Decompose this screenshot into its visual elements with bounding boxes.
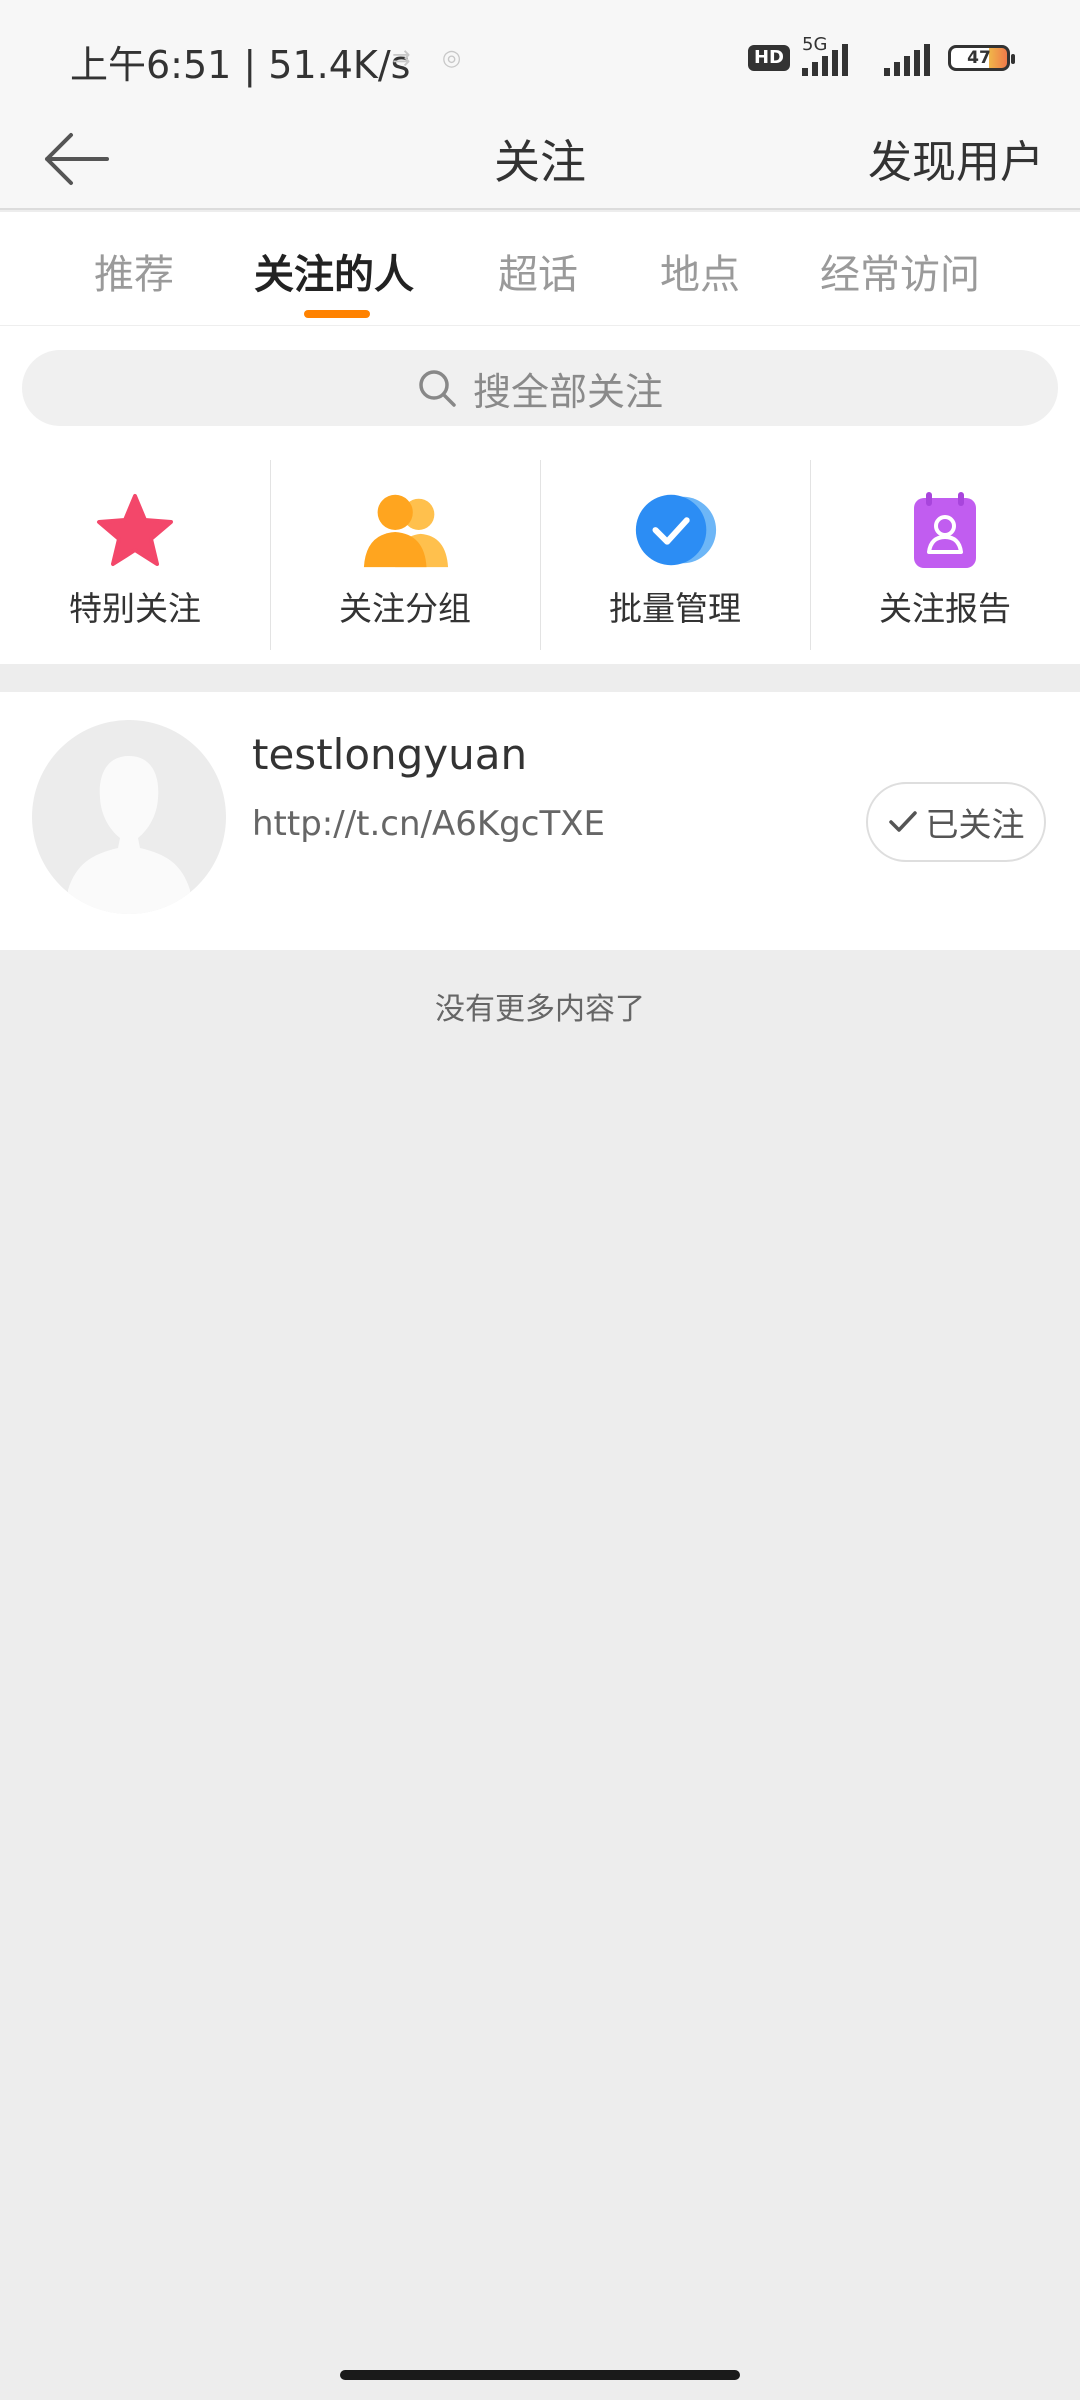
check-icon: [888, 811, 917, 832]
home-indicator[interactable]: [340, 2370, 740, 2380]
search-placeholder: 搜全部关注: [472, 369, 663, 414]
follow-status-label: 已关注: [925, 805, 1025, 844]
follow-group-button[interactable]: 关注分组: [270, 456, 540, 664]
quick-actions: 特别关注 关注分组 批量管理 关注报告: [0, 456, 1080, 664]
battery-level: 47: [967, 48, 991, 68]
check-circle-icon: [630, 490, 720, 570]
group-icon: [360, 490, 450, 570]
user-description: http://t.cn/A6KgcTXE: [252, 804, 605, 844]
tab-location[interactable]: 地点: [660, 242, 740, 300]
tab-bar: 推荐 关注的人 超话 地点 经常访问: [0, 212, 1080, 326]
batch-manage-button[interactable]: 批量管理: [540, 456, 810, 664]
sync-icon: ◎: [442, 46, 462, 71]
star-icon: [90, 490, 180, 570]
follow-report-button[interactable]: 关注报告: [810, 456, 1080, 664]
nav-bar: 关注 发现用户: [0, 110, 1080, 210]
tab-following[interactable]: 关注的人: [254, 242, 414, 300]
status-time: 上午6:51 | 51.4K/s: [70, 43, 411, 87]
active-tab-indicator: [304, 310, 370, 318]
tab-frequent[interactable]: 经常访问: [820, 242, 980, 300]
list-item[interactable]: testlongyuan http://t.cn/A6KgcTXE 已关注: [0, 692, 1080, 950]
no-more-content: 没有更多内容了: [435, 992, 645, 1027]
quick-action-label: 关注报告: [879, 589, 1011, 628]
user-name[interactable]: testlongyuan: [252, 730, 527, 779]
quick-action-label: 批量管理: [609, 589, 741, 628]
special-follow-button[interactable]: 特别关注: [0, 456, 270, 664]
tab-recommend[interactable]: 推荐: [94, 242, 174, 300]
followed-button[interactable]: 已关注: [866, 782, 1046, 862]
hd-badge: HD: [747, 45, 790, 71]
report-icon: [900, 490, 990, 570]
tab-super-topic[interactable]: 超话: [498, 242, 578, 300]
cast-icon: ⇉: [392, 46, 411, 71]
search-icon: [419, 370, 456, 407]
status-bar: 上午6:51 | 51.4K/s ⇉ ◎ HD 5G 47: [0, 0, 1080, 110]
search-input[interactable]: 搜全部关注: [22, 350, 1058, 426]
quick-action-label: 特别关注: [69, 589, 201, 628]
avatar[interactable]: [32, 720, 226, 914]
status-indicators: HD 5G 47: [747, 34, 1015, 78]
signal-5g-icon: 5G: [802, 34, 872, 78]
default-avatar-icon: [68, 756, 190, 914]
quick-action-label: 关注分组: [339, 589, 471, 628]
discover-users-button[interactable]: 发现用户: [868, 126, 1044, 190]
search-section: 搜全部关注: [0, 326, 1080, 456]
signal-icon: [884, 38, 936, 78]
battery-icon: 47: [948, 45, 1015, 71]
